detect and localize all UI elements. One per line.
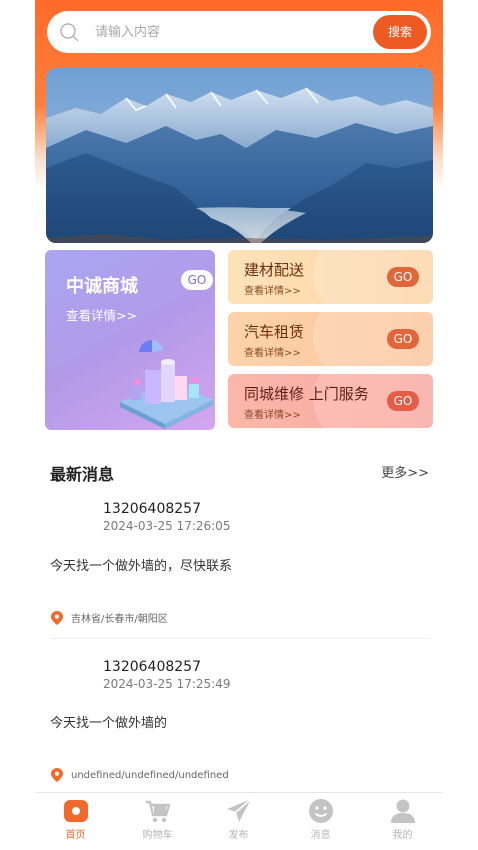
service-subtitle: 查看详情>> (244, 286, 301, 297)
go-button[interactable]: GO (387, 267, 419, 287)
mall-card[interactable]: 中诚商城 查看详情>> GO (45, 250, 215, 430)
location-pin-icon (51, 768, 63, 782)
go-button[interactable]: GO (387, 391, 419, 411)
tab-cart[interactable]: 购物车 (117, 793, 198, 850)
post-location-text: 吉林省/长春市/朝阳区 (71, 614, 168, 625)
go-button[interactable]: GO (387, 329, 419, 349)
more-link[interactable]: 更多>> (381, 462, 429, 481)
user-icon (391, 799, 415, 823)
post-content: 今天找一个做外墙的 (50, 716, 168, 731)
mall-go-button[interactable]: GO (181, 270, 213, 290)
service-title: 建材配送 (244, 261, 305, 279)
news-section-title: 最新消息 (50, 465, 115, 484)
tab-label: 发布 (228, 830, 249, 841)
tab-publish[interactable]: 发布 (198, 793, 279, 850)
tab-label: 消息 (310, 830, 331, 841)
mall-card-title: 中诚商城 (66, 276, 138, 297)
home-icon (64, 800, 88, 822)
mountain-landscape-image (46, 68, 433, 243)
app-screen: 搜索 (35, 0, 443, 850)
tab-label: 购物车 (142, 830, 173, 841)
tab-home[interactable]: 首页 (35, 793, 116, 850)
bottom-tab-bar: 首页 购物车 发布 消息 我的 (35, 792, 443, 850)
post-phone: 13206408257 (103, 659, 201, 675)
service-card-repair[interactable]: 同城维修 上门服务 查看详情>> GO (228, 374, 433, 428)
post-location: 吉林省/长春市/朝阳区 (51, 610, 168, 625)
post-phone: 13206408257 (103, 501, 201, 517)
post-content: 今天找一个做外墙的，尽快联系 (50, 559, 233, 574)
post-time: 2024-03-25 17:25:49 (103, 677, 231, 691)
tab-profile[interactable]: 我的 (362, 793, 443, 850)
post-location: undefined/undefined/undefined (51, 768, 229, 782)
service-title: 同城维修 上门服务 (244, 385, 369, 403)
search-bar: 搜索 (47, 11, 431, 53)
search-icon (60, 23, 79, 42)
cart-icon (146, 800, 171, 823)
post-time: 2024-03-25 17:26:05 (103, 519, 231, 533)
city-illustration-icon (120, 339, 213, 429)
service-card-building-delivery[interactable]: 建材配送 查看详情>> GO (228, 250, 433, 304)
message-icon (309, 799, 333, 823)
service-subtitle: 查看详情>> (244, 410, 301, 421)
service-title: 汽车租赁 (244, 323, 305, 341)
service-subtitle: 查看详情>> (244, 348, 301, 359)
mall-card-subtitle: 查看详情>> (66, 308, 137, 323)
location-pin-icon (51, 610, 63, 625)
tab-label: 我的 (392, 830, 413, 841)
send-icon (227, 798, 252, 822)
banner-image[interactable] (46, 68, 433, 243)
post-divider (50, 638, 431, 639)
service-card-car-rental[interactable]: 汽车租赁 查看详情>> GO (228, 312, 433, 366)
tab-label: 首页 (65, 830, 86, 841)
post-location-text: undefined/undefined/undefined (71, 769, 229, 781)
tab-messages[interactable]: 消息 (280, 793, 361, 850)
search-input[interactable] (95, 21, 365, 43)
search-button[interactable]: 搜索 (373, 15, 427, 49)
